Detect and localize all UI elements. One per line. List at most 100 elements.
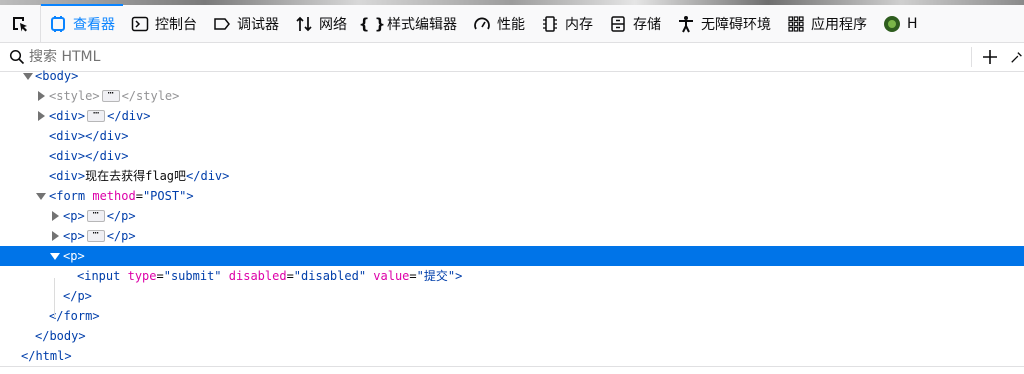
tree-node-html-close[interactable]: </html> — [0, 346, 1024, 366]
tab-console[interactable]: 控制台 — [123, 5, 205, 42]
tab-label: H — [907, 15, 918, 32]
expand-ellipsis-button[interactable]: ⋯ — [86, 228, 105, 242]
tab-label: 网络 — [319, 16, 347, 33]
tab-label: 调试器 — [237, 16, 279, 33]
element-picker-button[interactable] — [0, 5, 41, 42]
tree-node-form[interactable]: <form method="POST"> — [0, 186, 1024, 206]
tree-node-body-close[interactable]: </body> — [0, 326, 1024, 346]
tab-debugger[interactable]: 调试器 — [205, 5, 287, 42]
tab-application[interactable]: 应用程序 — [779, 5, 875, 42]
markup-tree: <body> <style> ⋯ </style> <div> ⋯ </div> <di… — [0, 68, 1024, 368]
tag-name: > — [455, 269, 463, 283]
tab-label: 查看器 — [73, 16, 115, 33]
plus-icon — [983, 50, 997, 64]
attribute-value: "disabled" — [293, 269, 367, 283]
expand-ellipsis-button[interactable]: ⋯ — [86, 208, 105, 222]
eyedropper-button[interactable] — [1010, 47, 1024, 67]
tab-label: 应用程序 — [811, 16, 867, 33]
tag-name: <p> — [63, 209, 85, 223]
equals-sign: = — [409, 269, 417, 283]
tree-node-p-selected[interactable]: <p> — [0, 246, 1024, 266]
add-node-button[interactable] — [980, 47, 1000, 67]
tag-name: <div> — [49, 129, 86, 143]
tree-node-body[interactable]: <body> — [0, 66, 1024, 86]
tab-label: 性能 — [497, 16, 525, 33]
attribute-name: disabled — [228, 269, 287, 283]
style-editor-icon: { } — [358, 14, 386, 33]
tag-name: </div> — [85, 129, 129, 143]
tree-node-p-close[interactable]: </p> — [0, 286, 1024, 306]
tag-name: <form — [49, 189, 86, 203]
collapsed-arrow-icon[interactable] — [49, 226, 61, 246]
tree-node-div[interactable]: <div></div> — [0, 126, 1024, 146]
expand-ellipsis-button[interactable]: ⋯ — [101, 88, 120, 102]
collapsed-arrow-icon[interactable] — [35, 86, 47, 106]
attribute-value: "POST" — [142, 189, 187, 203]
tab-inspector[interactable]: 查看器 — [41, 4, 123, 42]
tag-name: <style> — [49, 89, 100, 103]
eyedropper-icon — [1011, 52, 1022, 63]
debugger-icon — [213, 15, 231, 33]
expanded-arrow-icon[interactable] — [35, 186, 47, 206]
application-icon — [787, 15, 805, 33]
equals-sign: = — [156, 269, 164, 283]
tree-node-style[interactable]: <style> ⋯ </style> — [0, 86, 1024, 106]
tab-network[interactable]: 网络 — [287, 5, 355, 42]
expanded-arrow-icon[interactable] — [22, 66, 34, 86]
attribute-name: value — [373, 269, 410, 283]
collapsed-arrow-icon[interactable] — [49, 206, 61, 226]
tag-name: > — [186, 189, 194, 203]
tag-name: <input — [77, 269, 121, 283]
expand-ellipsis-button[interactable]: ⋯ — [87, 108, 106, 122]
accessibility-icon — [677, 15, 695, 33]
tag-name: </html> — [21, 349, 72, 363]
tree-node-div[interactable]: <div>现在去获得flag吧</div> — [0, 166, 1024, 186]
tree-node-div[interactable]: <div></div> — [0, 146, 1024, 166]
devtools-toolbar: 查看器 控制台 调试器 网络 { } 样式编辑器 性能 内存 存储 无障碍环境 … — [0, 0, 1024, 43]
tab-accessibility[interactable]: 无障碍环境 — [669, 5, 779, 42]
tag-name: </body> — [35, 329, 86, 343]
tree-node-div[interactable]: <div> ⋯ </div> — [0, 106, 1024, 126]
element-picker-icon — [13, 16, 27, 31]
tag-name: <p> — [63, 249, 85, 263]
memory-icon — [541, 15, 559, 33]
extension-icon — [883, 15, 901, 33]
network-icon — [295, 15, 313, 33]
panel-divider — [0, 366, 1024, 367]
indent-guide — [54, 278, 55, 318]
tab-storage[interactable]: 存储 — [601, 5, 669, 42]
tab-style-editor[interactable]: { } 样式编辑器 — [355, 5, 465, 42]
tag-name: </p> — [63, 289, 92, 303]
tree-node-form-close[interactable]: </form> — [0, 306, 1024, 326]
tab-memory[interactable]: 内存 — [533, 5, 601, 42]
tag-name: </style> — [121, 89, 180, 103]
search-html-input[interactable] — [27, 49, 929, 65]
tree-node-p[interactable]: <p> ⋯ </p> — [0, 206, 1024, 226]
toolbar-divider — [971, 47, 972, 67]
tag-name: </p> — [106, 209, 136, 223]
attribute-value: "submit" — [163, 269, 222, 283]
tab-label: 样式编辑器 — [387, 16, 457, 33]
console-icon — [131, 15, 149, 33]
equals-sign: = — [286, 269, 294, 283]
tree-node-p[interactable]: <p> ⋯ </p> — [0, 226, 1024, 246]
attribute-value: "提交" — [416, 269, 456, 283]
tab-extension[interactable]: H — [875, 5, 926, 42]
tag-name: <div> — [49, 169, 86, 183]
tag-name: <p> — [63, 229, 85, 243]
tab-performance[interactable]: 性能 — [465, 5, 533, 42]
performance-icon — [473, 15, 491, 33]
tag-name: </div> — [107, 109, 151, 123]
tag-name: <div> — [49, 149, 86, 163]
tab-label: 控制台 — [155, 16, 197, 33]
tab-label: 内存 — [565, 16, 593, 33]
attribute-name: type — [127, 269, 157, 283]
expanded-arrow-icon[interactable] — [49, 246, 61, 266]
tab-label: 存储 — [633, 16, 661, 33]
inspector-icon — [49, 15, 67, 33]
collapsed-arrow-icon[interactable] — [35, 106, 47, 126]
tab-label: 无障碍环境 — [701, 16, 771, 33]
text-node: 现在去获得flag吧 — [85, 169, 187, 183]
tree-node-input[interactable]: <input type="submit" disabled="disabled"… — [0, 266, 1024, 286]
search-icon — [9, 49, 27, 65]
